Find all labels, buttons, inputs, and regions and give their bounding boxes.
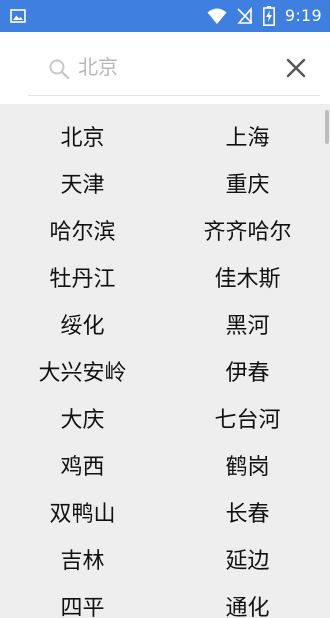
- city-list[interactable]: 北京 上海 天津 重庆 哈尔滨 齐齐哈尔 牡丹江 佳木斯 绥化 黑河 大兴安岭 …: [0, 104, 330, 618]
- city-item[interactable]: 鸡西: [0, 441, 165, 488]
- city-item[interactable]: 哈尔滨: [0, 206, 165, 253]
- city-item[interactable]: 黑河: [165, 300, 330, 347]
- city-item[interactable]: 齐齐哈尔: [165, 206, 330, 253]
- image-icon: [10, 9, 26, 23]
- city-item[interactable]: 伊春: [165, 347, 330, 394]
- close-icon[interactable]: [284, 56, 308, 80]
- city-item[interactable]: 吉林: [0, 535, 165, 582]
- city-item[interactable]: 大兴安岭: [0, 347, 165, 394]
- city-item[interactable]: 双鸭山: [0, 488, 165, 535]
- city-item[interactable]: 通化: [165, 582, 330, 618]
- city-item[interactable]: 佳木斯: [165, 253, 330, 300]
- city-item[interactable]: 四平: [0, 582, 165, 618]
- status-time: 9:19: [284, 6, 322, 25]
- city-item[interactable]: 大庆: [0, 394, 165, 441]
- city-item[interactable]: 长春: [165, 488, 330, 535]
- scrollbar-thumb[interactable]: [325, 110, 329, 144]
- city-item[interactable]: 鹤岗: [165, 441, 330, 488]
- search-icon: [49, 59, 70, 80]
- search-bar: [0, 32, 330, 104]
- city-item[interactable]: 七台河: [165, 394, 330, 441]
- city-item[interactable]: 上海: [165, 112, 330, 159]
- wifi-icon: [207, 8, 227, 24]
- status-bar: 9:19: [0, 0, 330, 32]
- city-item[interactable]: 牡丹江: [0, 253, 165, 300]
- city-item[interactable]: 天津: [0, 159, 165, 206]
- city-item[interactable]: 绥化: [0, 300, 165, 347]
- city-grid: 北京 上海 天津 重庆 哈尔滨 齐齐哈尔 牡丹江 佳木斯 绥化 黑河 大兴安岭 …: [0, 112, 330, 618]
- signal-off-icon: [237, 7, 253, 24]
- battery-charging-icon: [262, 6, 275, 26]
- search-input[interactable]: [78, 50, 278, 84]
- city-item[interactable]: 延边: [165, 535, 330, 582]
- search-divider: [28, 95, 320, 96]
- status-icons: 9:19: [207, 6, 322, 26]
- city-item[interactable]: 重庆: [165, 159, 330, 206]
- city-item[interactable]: 北京: [0, 112, 165, 159]
